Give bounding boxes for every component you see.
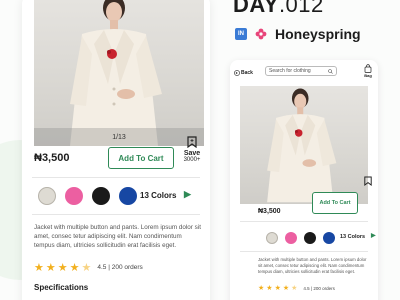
brand-row: IN Honeyspring (235, 26, 361, 42)
color-swatch-blue[interactable] (119, 187, 137, 205)
color-swatch-blue[interactable] (323, 232, 335, 244)
star-icon: ★ (258, 285, 265, 292)
bookmark-icon (187, 136, 197, 148)
flower-logo-icon (255, 28, 267, 40)
bookmark-icon[interactable] (364, 176, 372, 186)
search-input[interactable]: Search for clothing (265, 66, 337, 76)
star-icon: ★ (45, 262, 56, 274)
chevron-right-icon[interactable]: ▶ (184, 189, 191, 200)
divider (32, 214, 200, 215)
model-photo (267, 88, 337, 203)
search-icon (328, 68, 333, 74)
product-image-carousel[interactable]: 1/13 (34, 0, 204, 146)
search-placeholder: Search for clothing (269, 68, 311, 74)
star-icon: ★ (266, 285, 273, 292)
day-prefix: DAY (233, 0, 279, 17)
star-icon: ★ (57, 262, 68, 274)
bag-label: Bag (364, 73, 372, 78)
model-photo (70, 0, 162, 146)
image-counter-text: 1/13 (112, 133, 126, 141)
product-screen-small: Back Search for clothing Bag ₦3,500 Add … (230, 60, 378, 300)
colors-count: 13 Colors (140, 191, 177, 200)
star-icon: ★ (69, 262, 80, 274)
bag-button[interactable]: Bag (364, 64, 372, 78)
product-screen-large: 1/13 ₦3,500 Add To Cart Save 3000+ 13 Co… (22, 0, 210, 300)
product-description: Jacket with multiple button and pants. L… (34, 224, 201, 250)
back-button[interactable]: Back (234, 70, 253, 76)
rating-text-small: 4.5 | 200 orders (303, 285, 335, 291)
save-count: 3000+ (183, 157, 201, 163)
canvas: 1/13 ₦3,500 Add To Cart Save 3000+ 13 Co… (0, 0, 400, 300)
brand-name: Honeyspring (275, 26, 361, 42)
color-swatch-pink[interactable] (285, 232, 297, 244)
star-icon: ★ (274, 285, 281, 292)
shopping-bag-icon (364, 64, 372, 73)
half-star-icon: ★ (291, 285, 298, 292)
app-badge-icon: IN (235, 28, 247, 40)
star-icon: ★ (34, 262, 44, 274)
color-swatch-pink[interactable] (65, 187, 83, 205)
day-number: .012 (278, 0, 324, 17)
add-to-cart-button-small[interactable]: Add To Cart (312, 192, 358, 214)
save-button[interactable]: Save 3000+ (178, 136, 206, 163)
divider (240, 251, 368, 252)
back-label: Back (241, 70, 253, 76)
chevron-right-icon[interactable]: ▶ (371, 232, 376, 239)
save-label: Save (183, 150, 201, 157)
rating-text: 4.5 | 200 orders (97, 264, 143, 271)
color-swatch-black[interactable] (304, 232, 316, 244)
divider (240, 221, 368, 222)
rating-row-small: ★ ★ ★ ★ ★ 4.5 | 200 orders (258, 284, 335, 292)
colors-count-small: 13 Colors (340, 234, 366, 240)
back-arrow-icon (234, 70, 240, 76)
rating-row: ★ ★ ★ ★ ★ 4.5 | 200 orders (34, 261, 143, 274)
specifications-heading[interactable]: Specifications (34, 283, 88, 292)
star-icon: ★ (282, 285, 290, 292)
product-price-small: ₦3,500 (258, 208, 281, 215)
add-to-cart-button[interactable]: Add To Cart (108, 147, 174, 169)
half-star-icon: ★ (81, 262, 92, 274)
divider (32, 177, 200, 178)
product-image-carousel-small[interactable] (240, 86, 368, 204)
color-swatch-beige[interactable] (266, 232, 278, 244)
color-swatch-beige[interactable] (38, 187, 56, 205)
product-price: ₦3,500 (34, 152, 70, 164)
color-swatch-black[interactable] (92, 187, 110, 205)
day-title: DAY.012 (233, 0, 324, 18)
product-description-small: Jacket with multiple button and pants. L… (258, 257, 367, 275)
